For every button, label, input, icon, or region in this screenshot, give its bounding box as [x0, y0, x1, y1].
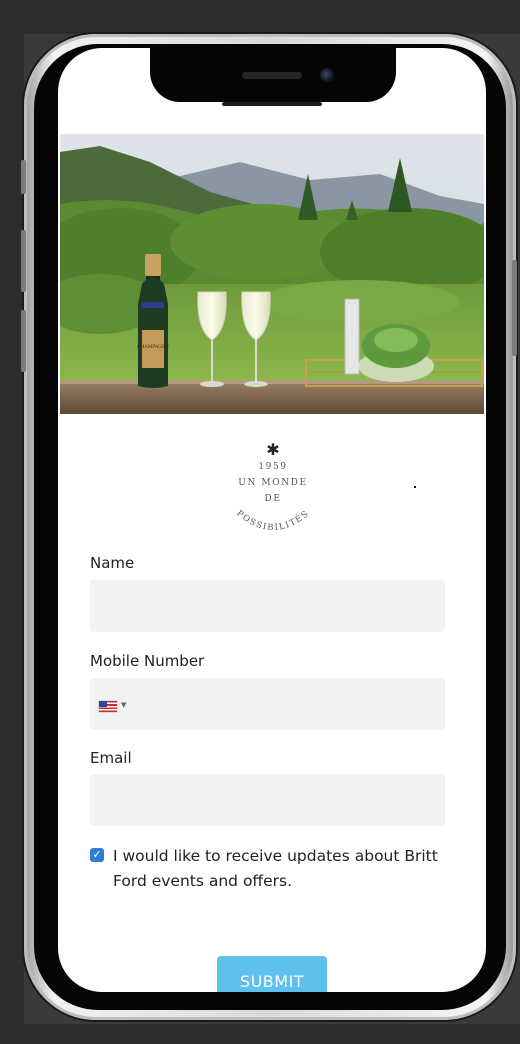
crest-year: 1959: [258, 462, 288, 472]
email-label: Email: [90, 749, 132, 767]
volume-down-button: [21, 310, 26, 372]
hero-image: CHAMPAGNE: [60, 134, 484, 414]
crest-arc: POSSIBILITÉS: [234, 509, 311, 534]
name-label: Name: [90, 554, 135, 572]
speaker-grille: [242, 72, 302, 79]
bottle-label: CHAMPAGNE: [137, 344, 169, 350]
front-camera-icon: [320, 68, 334, 82]
consent-checkbox[interactable]: ✓: [90, 848, 104, 862]
chevron-down-icon[interactable]: ▼: [121, 701, 126, 709]
us-flag-icon[interactable]: [98, 700, 118, 713]
star-icon: ✱: [266, 440, 280, 459]
notch: [150, 48, 396, 102]
mobile-number-field[interactable]: [90, 678, 445, 730]
stray-dot: [414, 486, 416, 488]
crest-arc-text: POSSIBILITÉS: [234, 509, 310, 534]
status-bar: [222, 102, 322, 106]
mute-switch: [21, 160, 26, 194]
svg-text:POSSIBILITÉS: POSSIBILITÉS: [234, 509, 311, 534]
mobile-label: Mobile Number: [90, 652, 205, 670]
power-button: [512, 260, 517, 356]
brand-crest: ✱ 1959 UN MONDE DE POSSIBILITÉS: [208, 442, 338, 552]
email-field[interactable]: [90, 774, 445, 826]
submit-button[interactable]: SUBMIT: [217, 956, 327, 992]
name-field[interactable]: [90, 580, 445, 632]
consent-text: I would like to receive updates about Br…: [113, 847, 438, 890]
phone-screen: CHAMPAGNE ✱ 1959 UN MONDE DE POSSIBILITÉ…: [58, 48, 486, 992]
volume-up-button: [21, 230, 26, 292]
